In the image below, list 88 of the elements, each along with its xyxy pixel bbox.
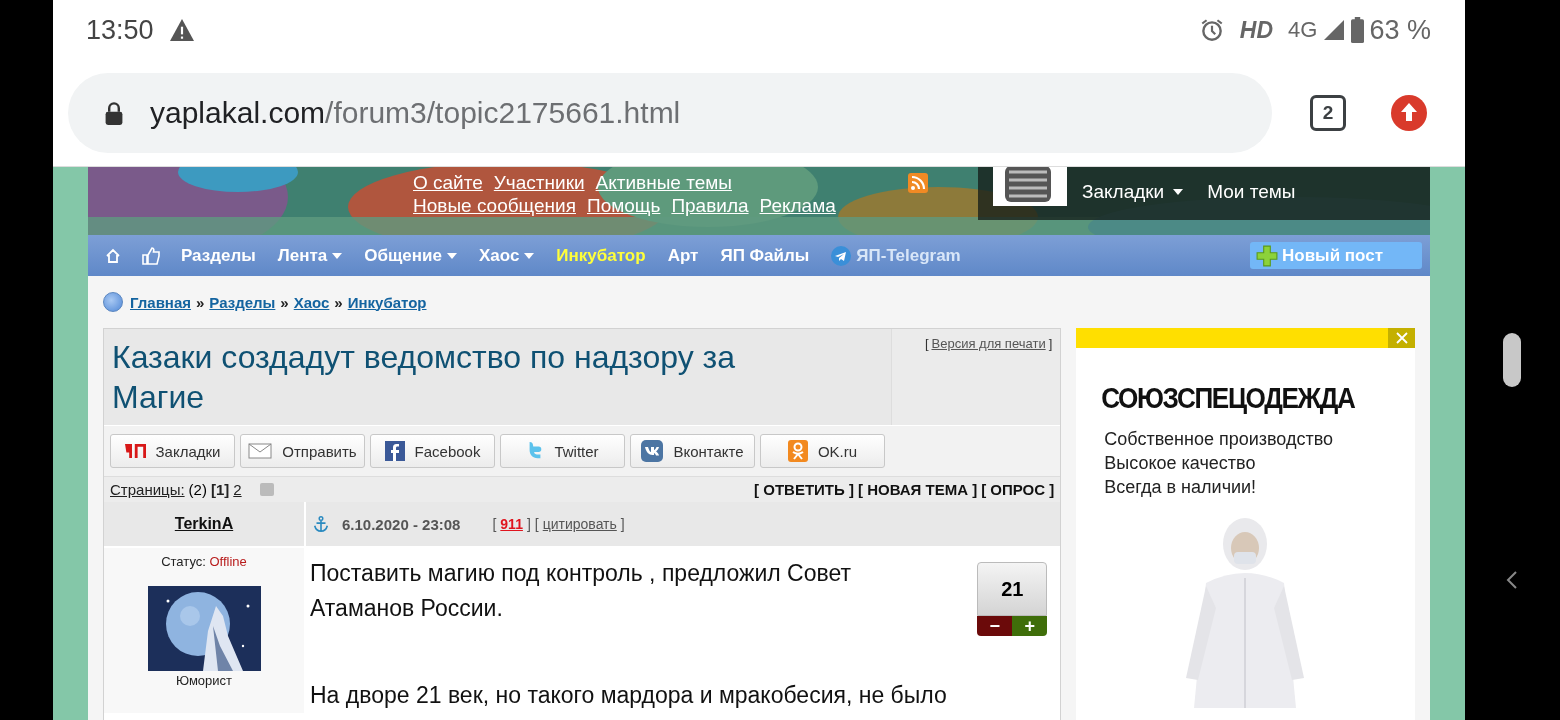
post-text: Поставить магию под контроль , предложил Совет Атаманов России. <box>310 559 853 623</box>
network-label: HD <box>1239 16 1274 44</box>
nav-link[interactable]: Лента <box>277 245 343 266</box>
scroll-handle[interactable] <box>1503 333 1521 387</box>
battery-icon <box>1351 17 1365 43</box>
bracket: ] <box>526 516 531 532</box>
nav-link[interactable]: ЯП Файлы <box>720 245 810 266</box>
signal-icon <box>1322 18 1347 42</box>
caret-icon <box>332 252 343 259</box>
print-version-link[interactable]: Версия для печати <box>931 336 1046 351</box>
post-number-link[interactable]: 911 <box>500 516 523 532</box>
user-menu-link[interactable]: Мои темы <box>1207 181 1296 203</box>
rating-value: 21 <box>977 562 1048 616</box>
rss-icon[interactable] <box>907 173 928 193</box>
ok-icon <box>787 440 808 462</box>
ad-heading: СОЮЗСПЕЦОДЕЖДА <box>1100 381 1356 415</box>
url-text: yaplakal.com/forum3/topic2175661.html <box>150 96 681 130</box>
nav-link[interactable]: Арт <box>667 245 699 266</box>
breadcrumb-separator: » <box>334 293 343 311</box>
warning-icon <box>167 18 196 42</box>
minus-button[interactable]: − <box>977 616 1013 636</box>
share-button[interactable]: Вконтакте <box>630 434 755 468</box>
bracket: ] <box>1048 336 1053 351</box>
caret-icon <box>524 252 535 259</box>
thumbs-up-icon[interactable] <box>141 245 161 266</box>
nav-link[interactable]: Общение <box>364 245 457 266</box>
lock-icon <box>104 101 124 125</box>
bracket: [ <box>924 336 929 351</box>
home-icon[interactable] <box>105 247 121 264</box>
post-date: 6.10.2020 - 23:08 <box>342 515 461 533</box>
share-button[interactable]: OK.ru <box>760 434 885 468</box>
caret-icon <box>1173 189 1184 195</box>
breadcrumb-separator: » <box>280 293 289 311</box>
tab-count-button[interactable]: 2 <box>1310 95 1346 131</box>
signal-label: 4G <box>1288 17 1318 43</box>
logo-icon <box>124 444 146 458</box>
bracket: [ <box>492 516 497 532</box>
breadcrumb-separator: » <box>196 293 205 311</box>
pages-link[interactable]: Страницы: <box>110 481 185 498</box>
close-icon[interactable] <box>1388 328 1415 348</box>
breadcrumb-link[interactable]: Хаос <box>293 293 330 311</box>
plus-icon <box>1256 244 1278 267</box>
ad-text: Собственное производство <box>1104 429 1335 450</box>
share-button[interactable]: Facebook <box>370 434 495 468</box>
battery-percent: 63 % <box>1369 14 1431 46</box>
update-icon[interactable] <box>1391 95 1427 131</box>
ad-text: Высокое качество <box>1104 453 1257 474</box>
header-link[interactable]: Правила <box>671 195 749 217</box>
page-count: (2) <box>188 481 207 498</box>
ad-text: Всегда в наличии! <box>1104 477 1258 498</box>
header-link[interactable]: Реклама <box>759 195 836 217</box>
nav-link[interactable]: Разделы <box>181 245 256 266</box>
author-name[interactable]: TerkinA <box>174 515 234 533</box>
breadcrumb-link[interactable]: Разделы <box>209 293 276 311</box>
page-link[interactable]: [1] <box>210 481 230 498</box>
header-link[interactable]: Помощь <box>587 195 661 217</box>
ad-banner[interactable]: СОЮЗСПЕЦОДЕЖДА Собственное производство Высокое качество Всегда в наличии! <box>1076 328 1415 720</box>
header-link[interactable]: Новые сообщения <box>413 195 576 217</box>
share-button[interactable]: Закладки <box>110 434 235 468</box>
quote-link[interactable]: цитировать <box>542 516 617 532</box>
mail-icon <box>248 443 273 459</box>
address-bar[interactable]: yaplakal.com/forum3/topic2175661.html <box>68 73 1272 153</box>
action-link[interactable]: [ НОВАЯ ТЕМА ] <box>858 481 978 498</box>
user-menu-link[interactable]: Закладки <box>1082 181 1184 203</box>
header-link[interactable]: Активные темы <box>595 172 732 194</box>
anchor-icon[interactable] <box>312 515 330 533</box>
caret-icon <box>446 252 457 259</box>
breadcrumb-link[interactable]: Главная <box>130 293 191 311</box>
share-button[interactable]: Отправить <box>240 434 365 468</box>
nav-link[interactable]: Хаос <box>478 245 535 266</box>
facebook-icon <box>384 441 405 461</box>
plus-button[interactable]: + <box>1012 616 1048 636</box>
post-text: На дворе 21 век, но такого мардора и мракобесия, не было <box>310 681 948 710</box>
share-button[interactable]: Twitter <box>500 434 625 468</box>
breadcrumb-link[interactable]: Инкубатор <box>347 293 427 311</box>
telegram-icon <box>831 245 852 266</box>
user-rank: Юморист <box>175 673 233 688</box>
user-status: Статус: Offline <box>161 554 247 569</box>
vk-icon <box>641 440 664 462</box>
status-time: 13:50 <box>86 14 154 46</box>
page-link[interactable]: 2 <box>233 481 242 498</box>
header-link[interactable]: О сайте <box>413 172 483 194</box>
bracket: ] <box>620 516 625 532</box>
action-link[interactable]: [ ОПРОС ] <box>981 481 1055 498</box>
header-link[interactable]: Участники <box>493 172 585 194</box>
back-chevron-icon[interactable] <box>1506 570 1518 590</box>
bracket: [ <box>534 516 539 532</box>
action-link[interactable]: [ ОТВЕТИТЬ ] <box>754 481 854 498</box>
